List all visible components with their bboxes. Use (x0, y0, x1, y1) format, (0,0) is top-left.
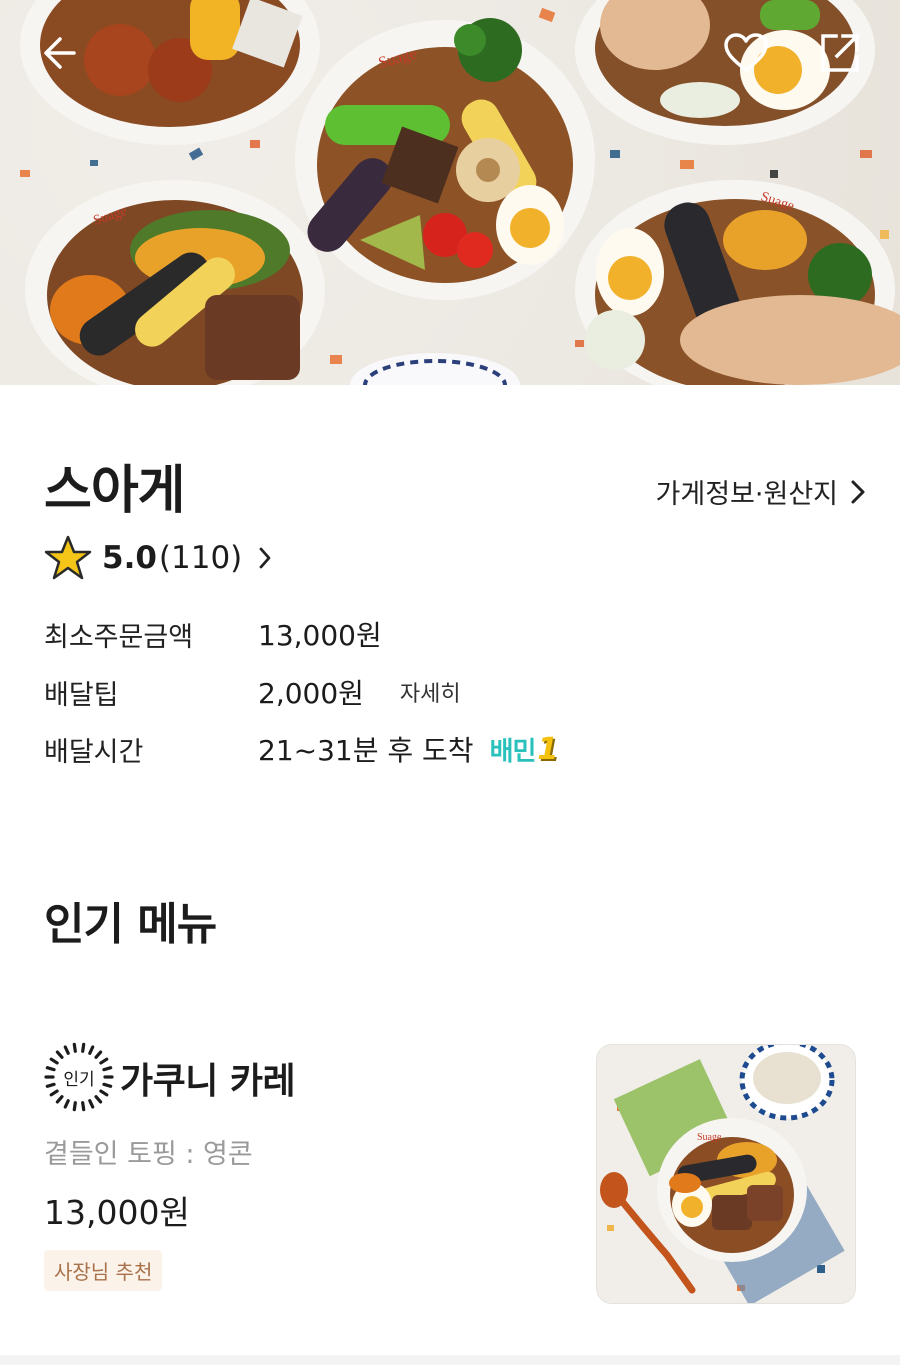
menu-item-description: 곁들인 토핑 : 영콘 (44, 1139, 253, 1170)
rating-score: 5.0 (102, 540, 157, 576)
share-button[interactable] (812, 25, 868, 81)
delivery-tip-detail-link[interactable]: 자세히 (400, 676, 461, 708)
favorite-button[interactable] (718, 25, 774, 81)
store-hero-image: Suage Suage Suage (0, 0, 900, 385)
rating-row[interactable]: 5.0 (110) (44, 533, 272, 583)
baemin-badge-text: 배민 (489, 736, 537, 767)
owner-recommend-badge: 사장님 추천 (44, 1250, 163, 1291)
delivery-tip-label: 배달팁 (44, 679, 119, 711)
heart-outline-icon (724, 33, 768, 72)
delivery-time-row: 배달시간 21~31분 후 도착 배민 1 (44, 727, 559, 771)
min-order-row: 최소주문금액 13,000원 (44, 612, 382, 656)
menu-food-photo: Suage (597, 1045, 855, 1303)
popular-tag-label: 인기 (63, 1069, 95, 1090)
delivery-tip-row: 배달팁 2,000원 자세히 (44, 670, 461, 714)
star-icon (44, 535, 92, 580)
chevron-right-icon (259, 547, 271, 569)
popular-menu-title: 인기 메뉴 (44, 899, 217, 950)
baemin-one-badge: 배민 1 (489, 731, 559, 768)
menu-item-thumbnail: Suage (596, 1044, 856, 1304)
svg-text:Suage: Suage (697, 1132, 722, 1143)
rating-chevron[interactable] (258, 546, 272, 570)
menu-item[interactable]: 인기 가쿠니 카레 곁들인 토핑 : 영콘 13,000원 사장님 추천 Sua… (0, 1030, 900, 1320)
share-square-icon (821, 33, 860, 72)
baemin-badge-number: 1 (537, 731, 558, 767)
min-order-value: 13,000원 (258, 619, 382, 652)
delivery-tip-value: 2,000원 (258, 677, 364, 710)
store-info-origin-link[interactable]: 가게정보·원산지 (656, 472, 866, 511)
delivery-time-value: 21~31분 후 도착 (258, 734, 474, 767)
delivery-time-label: 배달시간 (44, 736, 144, 768)
menu-item-price: 13,000원 (44, 1193, 190, 1232)
section-divider (0, 1355, 900, 1365)
chevron-right-icon (851, 480, 865, 503)
menu-item-name: 가쿠니 카레 (120, 1061, 296, 1102)
review-count: (110) (158, 540, 243, 576)
store-info-origin-label: 가게정보·원산지 (655, 479, 838, 510)
popular-tag: 인기 (44, 1042, 114, 1112)
store-name: 스아게 (44, 461, 186, 521)
arrow-left-icon (44, 37, 76, 69)
back-button[interactable] (30, 25, 86, 81)
min-order-label: 최소주문금액 (44, 621, 194, 653)
